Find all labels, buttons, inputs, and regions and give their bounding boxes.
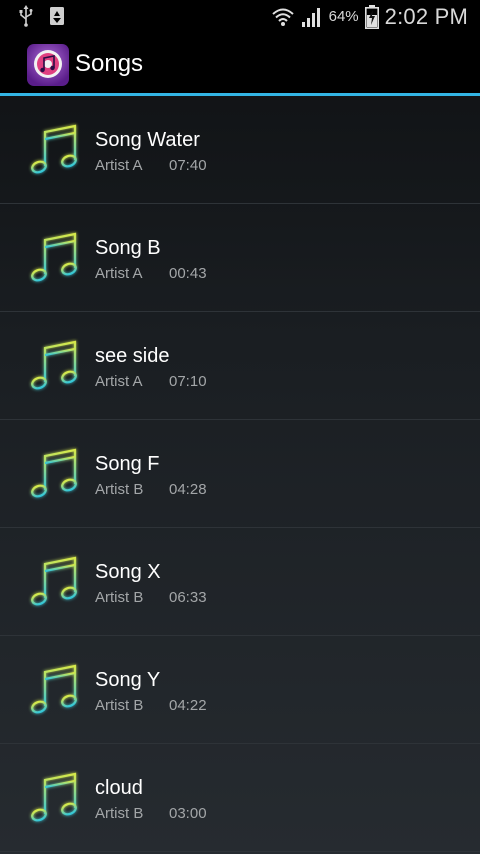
music-note-icon (28, 338, 80, 394)
screen: 64% 2:02 PM Songs Song Water Artist A 07… (0, 0, 480, 854)
song-meta: Artist B 04:28 (95, 481, 207, 498)
song-duration: 07:10 (169, 373, 207, 390)
song-meta: Artist A 07:10 (95, 373, 207, 390)
song-duration: 04:28 (169, 481, 207, 498)
status-right: 64% 2:02 PM (271, 0, 468, 33)
song-title: Song X (95, 561, 161, 583)
song-meta: Artist B 03:00 (95, 805, 207, 822)
music-note-icon (28, 122, 80, 178)
song-duration: 00:43 (169, 265, 207, 282)
song-title: Song Water (95, 129, 200, 151)
recycle-icon (48, 5, 66, 27)
music-note-icon (28, 554, 80, 610)
song-list-item[interactable]: see side Artist A 07:10 (0, 312, 480, 420)
song-artist: Artist A (95, 265, 143, 282)
song-artist: Artist B (95, 589, 144, 606)
song-title: see side (95, 345, 170, 367)
song-meta: Artist A 07:40 (95, 157, 207, 174)
song-list-item[interactable]: cloud Artist B 03:00 (0, 744, 480, 852)
usb-icon (18, 5, 34, 27)
song-duration: 06:33 (169, 589, 207, 606)
song-list-item[interactable]: Song F Artist B 04:28 (0, 420, 480, 528)
battery-percent: 64% (328, 8, 359, 25)
song-title: Song F (95, 453, 160, 475)
music-note-icon (28, 230, 80, 286)
song-duration: 04:22 (169, 697, 207, 714)
status-left (18, 5, 66, 27)
song-duration: 07:40 (169, 157, 207, 174)
song-title: Song B (95, 237, 161, 259)
song-title: Song Y (95, 669, 161, 691)
song-artist: Artist B (95, 805, 144, 822)
music-note-icon (28, 446, 80, 502)
song-list: Song Water Artist A 07:40 Song B Artist A… (0, 96, 480, 852)
song-meta: Artist B 04:22 (95, 697, 207, 714)
song-artist: Artist A (95, 373, 143, 390)
signal-icon (301, 6, 323, 28)
song-artist: Artist B (95, 481, 144, 498)
wifi-icon (271, 6, 295, 28)
song-meta: Artist B 06:33 (95, 589, 207, 606)
song-list-item[interactable]: Song B Artist A 00:43 (0, 204, 480, 312)
song-list-item[interactable]: Song Y Artist B 04:22 (0, 636, 480, 744)
song-list-item[interactable]: Song Water Artist A 07:40 (0, 96, 480, 204)
song-meta: Artist A 00:43 (95, 265, 207, 282)
music-app-icon[interactable] (26, 43, 70, 87)
music-note-icon (28, 662, 80, 718)
action-bar: Songs (0, 33, 480, 96)
song-list-item[interactable]: Song X Artist B 06:33 (0, 528, 480, 636)
song-duration: 03:00 (169, 805, 207, 822)
song-title: cloud (95, 777, 143, 799)
song-artist: Artist A (95, 157, 143, 174)
battery-charging-icon (364, 4, 379, 29)
song-artist: Artist B (95, 697, 144, 714)
music-note-icon (28, 770, 80, 826)
clock: 2:02 PM (384, 3, 468, 29)
status-bar: 64% 2:02 PM (0, 0, 480, 33)
page-title: Songs (75, 50, 144, 77)
